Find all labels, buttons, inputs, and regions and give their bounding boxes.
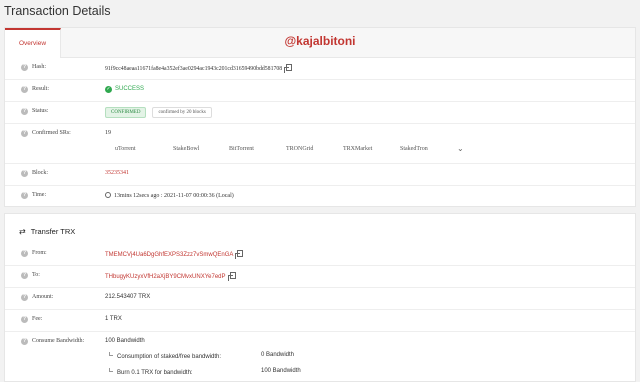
confirmed-blocks-badge: confirmed by 20 blocks (152, 107, 212, 118)
result-value: SUCCESS (115, 86, 145, 92)
to-address[interactable]: THbugyKUzyxVfH2aXjBY9CMvxUNXYe7edP (105, 274, 226, 280)
bandwidth-sub-label: Burn 0.1 TRX for bandwidth: (109, 368, 193, 376)
watermark-text: @kajalbitoni (284, 34, 356, 48)
from-value-wrap: TMEMCVj4Ua6DgGhfEXPS3Zzz7vSmwQEnGA (105, 250, 244, 259)
sr-item[interactable]: TRONGrid (286, 146, 313, 152)
bandwidth-sub-label: Consumption of staked/free bandwidth: (109, 352, 221, 360)
from-row: ? From: TMEMCVj4Ua6DgGhfEXPS3Zzz7vSmwQEn… (5, 244, 635, 266)
fee-label: Fee: (32, 316, 43, 322)
hash-label: Hash: (32, 64, 46, 70)
question-icon[interactable]: ? (21, 170, 28, 177)
to-row: ? To: THbugyKUzyxVfH2aXjBY9CMvxUNXYe7edP (5, 266, 635, 288)
clock-icon (105, 192, 111, 198)
block-link[interactable]: 35235341 (105, 170, 129, 176)
question-icon[interactable]: ? (21, 86, 28, 93)
amount-row: ? Amount: 212.543407 TRX (5, 288, 635, 310)
transaction-overview-panel: Overview @kajalbitoni ? Hash: 91f9cc48ae… (4, 27, 636, 207)
hash-row: ? Hash: 91f9cc48aeaa11671fa8e4a352ef3ae0… (5, 58, 635, 80)
copy-icon[interactable] (227, 272, 236, 281)
block-label: Block: (32, 170, 48, 176)
fee-row: ? Fee: 1 TRX (5, 310, 635, 332)
block-row: ? Block: 35235341 (5, 164, 635, 186)
confirmed-srs-count: 19 (105, 130, 111, 136)
to-label: To: (32, 272, 40, 278)
tab-bar: Overview @kajalbitoni (5, 28, 635, 58)
status-value-wrap: CONFIRMED confirmed by 20 blocks (105, 107, 212, 118)
sr-item[interactable]: StakedTron (400, 146, 428, 152)
transfer-title: Transfer TRX (30, 227, 76, 236)
copy-icon[interactable] (284, 64, 293, 73)
transfer-heading: ⇄ Transfer TRX (19, 227, 75, 236)
bandwidth-row: ? Consume Bandwidth: 100 Bandwidth Consu… (5, 332, 635, 382)
confirmed-srs-label: Confirmed SRs: (32, 130, 71, 136)
page-title: Transaction Details (4, 4, 111, 18)
question-icon[interactable]: ? (21, 338, 28, 345)
question-icon[interactable]: ? (21, 272, 28, 279)
result-row: ? Result: ✓ SUCCESS (5, 80, 635, 102)
question-icon[interactable]: ? (21, 250, 28, 257)
to-value-wrap: THbugyKUzyxVfH2aXjBY9CMvxUNXYe7edP (105, 272, 236, 281)
burn-bandwidth-value: 100 Bandwidth (261, 368, 301, 374)
corner-icon (109, 352, 113, 356)
corner-icon (109, 368, 113, 372)
burn-bandwidth-label: Burn 0.1 TRX for bandwidth: (117, 370, 193, 376)
staked-bandwidth-label: Consumption of staked/free bandwidth: (117, 354, 222, 360)
staked-bandwidth-value: 0 Bandwidth (261, 352, 295, 358)
transfer-panel: ⇄ Transfer TRX ? From: TMEMCVj4Ua6DgGhfEX… (4, 213, 636, 382)
status-badge: CONFIRMED (105, 107, 147, 118)
result-label: Result: (32, 86, 50, 92)
bandwidth-value: 100 Bandwidth (105, 338, 145, 344)
time-label: Time: (32, 192, 47, 198)
confirmed-srs-row: ? Confirmed SRs: 19 uTorrent StakeBowl B… (5, 124, 635, 164)
arrows-exchange-icon: ⇄ (19, 227, 26, 236)
hash-value-wrap: 91f9cc48aeaa11671fa8e4a352ef3ae0294ac194… (105, 64, 293, 73)
time-value: 13mins 12secs ago : 2021-11-07 00:00:36 … (114, 193, 234, 199)
time-value-wrap: 13mins 12secs ago : 2021-11-07 00:00:36 … (105, 192, 234, 199)
result-value-wrap: ✓ SUCCESS (105, 86, 144, 93)
hash-value: 91f9cc48aeaa11671fa8e4a352ef3ae0294ac194… (105, 66, 283, 72)
sr-item[interactable]: StakeBowl (173, 146, 199, 152)
chevron-down-icon[interactable]: ⌄ (457, 144, 464, 153)
from-address[interactable]: TMEMCVj4Ua6DgGhfEXPS3Zzz7vSmwQEnGA (105, 252, 233, 258)
question-icon[interactable]: ? (21, 108, 28, 115)
copy-icon[interactable] (235, 250, 244, 259)
question-icon[interactable]: ? (21, 64, 28, 71)
status-row: ? Status: CONFIRMED confirmed by 20 block… (5, 102, 635, 124)
status-label: Status: (32, 108, 49, 114)
sr-item[interactable]: BitTorrent (229, 146, 254, 152)
question-icon[interactable]: ? (21, 316, 28, 323)
fee-value: 1 TRX (105, 316, 122, 322)
amount-value: 212.543407 TRX (105, 294, 151, 300)
check-circle-icon: ✓ (105, 86, 112, 93)
amount-label: Amount: (32, 294, 54, 300)
question-icon[interactable]: ? (21, 192, 28, 199)
sr-item[interactable]: uTorrent (115, 146, 136, 152)
time-row: ? Time: 13mins 12secs ago : 2021-11-07 0… (5, 186, 635, 208)
question-icon[interactable]: ? (21, 130, 28, 137)
sr-item[interactable]: TRXMarket (343, 146, 372, 152)
from-label: From: (32, 250, 47, 256)
bandwidth-label: Consume Bandwidth: (32, 338, 85, 344)
question-icon[interactable]: ? (21, 294, 28, 301)
